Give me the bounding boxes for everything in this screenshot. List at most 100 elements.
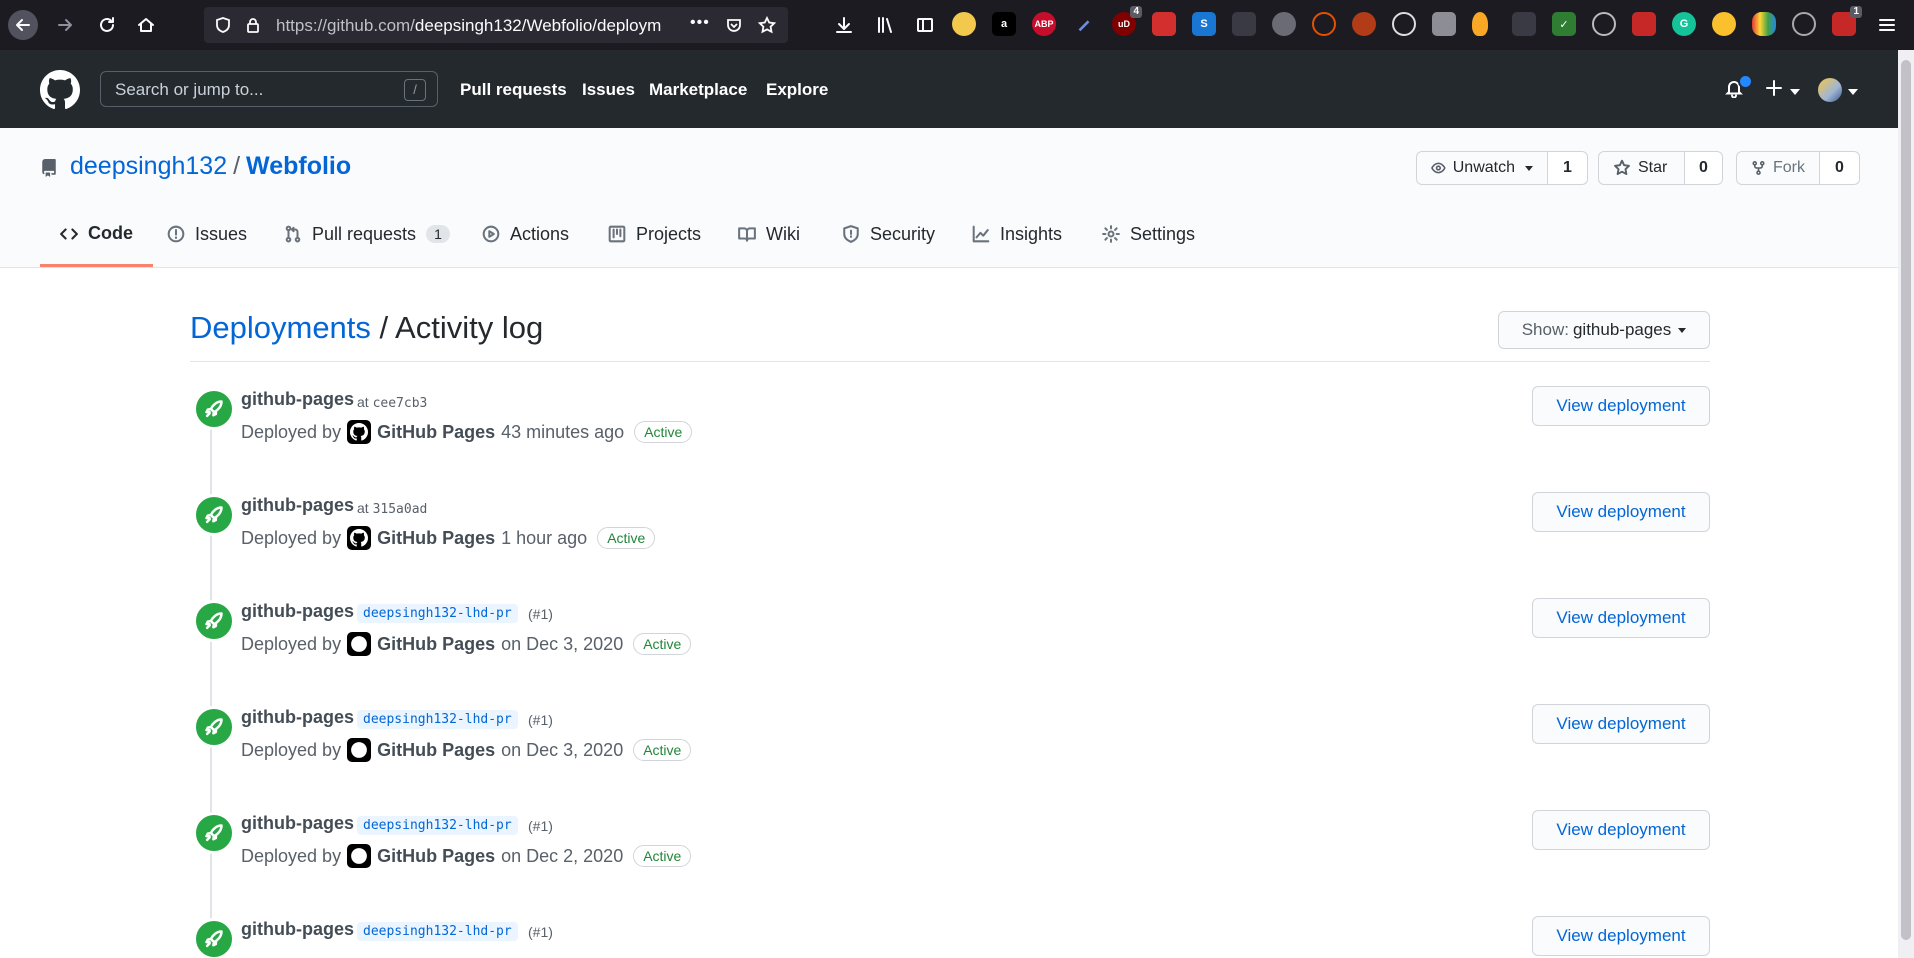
grammarly-icon[interactable]: G (1672, 12, 1696, 36)
home-button[interactable] (133, 12, 159, 38)
globe-icon[interactable] (1272, 12, 1296, 36)
c-extension-icon[interactable] (1392, 12, 1416, 36)
heart-icon[interactable] (1752, 12, 1776, 36)
nav-pull-requests[interactable]: Pull requests (460, 80, 567, 100)
downloads-icon[interactable] (831, 12, 857, 38)
watchers-count[interactable]: 1 (1548, 151, 1588, 185)
b-extension-icon[interactable] (1312, 12, 1336, 36)
page-actions-icon[interactable]: ••• (690, 14, 710, 32)
nav-marketplace[interactable]: Marketplace (649, 80, 747, 100)
reload-button[interactable] (94, 12, 120, 38)
fork-icon (1752, 161, 1765, 175)
avatar-extension-icon[interactable] (952, 12, 976, 36)
actor-name[interactable]: GitHub Pages (377, 846, 495, 867)
deployments-link[interactable]: Deployments (190, 310, 371, 345)
headphones-icon[interactable] (1592, 12, 1616, 36)
tab-security[interactable]: Security (842, 203, 935, 265)
branch-ref[interactable]: deepsingh132-lhd-pr (357, 922, 518, 941)
tab-settings[interactable]: Settings (1102, 203, 1195, 265)
view-deployment-button[interactable]: View deployment (1532, 386, 1710, 426)
actor-name[interactable]: GitHub Pages (377, 740, 495, 761)
pull-request-number[interactable]: (#1) (528, 606, 553, 622)
deployment-meta: Deployed by GitHub Pages on Dec 3, 2020 … (241, 738, 692, 762)
adblock-plus-icon[interactable]: ABP (1032, 12, 1056, 36)
pull-request-number[interactable]: (#1) (528, 818, 553, 834)
view-deployment-button[interactable]: View deployment (1532, 704, 1710, 744)
environment-name[interactable]: github-pages (241, 495, 354, 516)
scrollbar-thumb[interactable] (1901, 60, 1911, 940)
capture-icon[interactable] (1232, 12, 1256, 36)
search-input[interactable]: Search or jump to... / (100, 71, 438, 107)
actor-name[interactable]: GitHub Pages (377, 528, 495, 549)
repo-name-link[interactable]: Webfolio (246, 152, 351, 180)
search-extension-icon[interactable] (1512, 12, 1536, 36)
nav-explore[interactable]: Explore (766, 80, 828, 100)
view-deployment-button[interactable]: View deployment (1532, 492, 1710, 532)
environment-name[interactable]: github-pages (241, 707, 354, 728)
repo-owner-link[interactable]: deepsingh132 (70, 152, 227, 180)
sync-icon[interactable] (1792, 12, 1816, 36)
pull-request-number[interactable]: (#1) (528, 712, 553, 728)
url-bar[interactable]: https://github.com/deepsingh132/Webfolio… (204, 7, 788, 43)
tab-code[interactable]: Code (40, 203, 153, 267)
deployment-meta: Deployed by GitHub Pages 1 hour ago Acti… (241, 526, 656, 550)
environment-filter-dropdown[interactable]: Show: github-pages (1498, 311, 1710, 349)
tab-actions[interactable]: Actions (482, 203, 569, 265)
fork-button[interactable]: Fork (1736, 151, 1820, 185)
shield-icon[interactable] (214, 16, 232, 34)
nav-issues[interactable]: Issues (582, 80, 635, 100)
environment-name[interactable]: github-pages (241, 389, 354, 410)
tab-pull-requests[interactable]: Pull requests 1 (284, 203, 450, 265)
emoji-icon[interactable] (1712, 12, 1736, 36)
video-icon[interactable] (1632, 12, 1656, 36)
lock-icon[interactable] (244, 16, 262, 34)
create-new-plus-icon[interactable] (1764, 78, 1784, 103)
unwatch-button[interactable]: Unwatch (1416, 151, 1548, 185)
tab-issues[interactable]: Issues (167, 203, 247, 265)
branch-ref[interactable]: deepsingh132-lhd-pr (357, 604, 518, 623)
lightbulb-icon[interactable] (1472, 12, 1488, 36)
sidebar-icon[interactable] (912, 12, 938, 38)
status-badge: Active (633, 845, 692, 867)
url-text[interactable]: https://github.com/deepsingh132/Webfolio… (276, 16, 676, 36)
dots-extension-icon[interactable]: 1 (1832, 6, 1862, 36)
s-extension-icon[interactable]: S (1192, 12, 1216, 36)
tab-projects[interactable]: Projects (608, 203, 701, 265)
user-avatar[interactable] (1818, 78, 1842, 102)
chevron-down-icon[interactable] (1848, 89, 1858, 95)
library-icon[interactable] (872, 12, 898, 38)
view-deployment-button[interactable]: View deployment (1532, 916, 1710, 956)
bookmark-star-icon[interactable] (757, 15, 777, 34)
forks-count[interactable]: 0 (1820, 151, 1860, 185)
github-logo-icon[interactable] (40, 70, 80, 110)
amazon-icon[interactable]: a (992, 12, 1016, 36)
branch-ref[interactable]: deepsingh132-lhd-pr (357, 816, 518, 835)
fire-icon[interactable] (1352, 12, 1376, 36)
panda-icon[interactable] (1432, 12, 1456, 36)
wand-icon[interactable] (1152, 12, 1176, 36)
commit-sha[interactable]: cee7cb3 (373, 396, 428, 411)
branch-ref[interactable]: deepsingh132-lhd-pr (357, 710, 518, 729)
back-button[interactable] (8, 10, 38, 40)
menu-icon[interactable] (1874, 12, 1900, 38)
ublock-icon[interactable]: uD 4 (1112, 6, 1142, 36)
environment-name[interactable]: github-pages (241, 601, 354, 622)
view-deployment-button[interactable]: View deployment (1532, 598, 1710, 638)
actor-name[interactable]: GitHub Pages (377, 422, 495, 443)
actor-name[interactable]: GitHub Pages (377, 634, 495, 655)
commit-sha[interactable]: 315a0ad (373, 502, 428, 517)
chevron-down-icon[interactable] (1790, 89, 1800, 95)
environment-name[interactable]: github-pages (241, 813, 354, 834)
tab-insights[interactable]: Insights (972, 203, 1062, 265)
stars-count[interactable]: 0 (1685, 151, 1723, 185)
pocket-icon[interactable] (725, 16, 743, 34)
view-deployment-button[interactable]: View deployment (1532, 810, 1710, 850)
environment-name[interactable]: github-pages (241, 919, 354, 940)
star-button[interactable]: Star (1598, 151, 1685, 185)
pull-request-number[interactable]: (#1) (528, 924, 553, 940)
tab-wiki[interactable]: Wiki (738, 203, 800, 265)
check-icon[interactable]: ✓ (1552, 12, 1576, 36)
pen-icon[interactable] (1072, 12, 1096, 36)
status-badge: Active (634, 421, 693, 443)
forward-button[interactable] (52, 12, 78, 38)
